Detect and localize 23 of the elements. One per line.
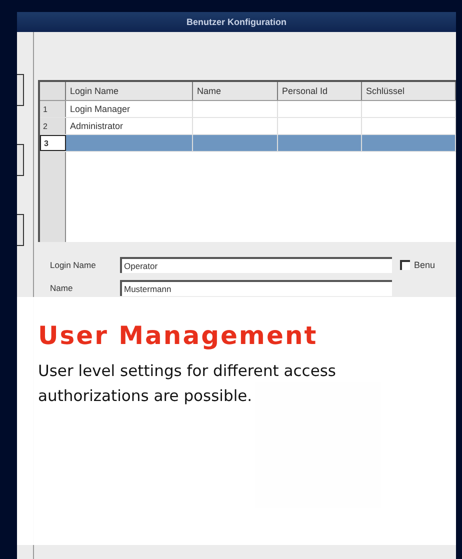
side-tab[interactable]: [17, 144, 24, 176]
text-field[interactable]: Operator: [120, 256, 392, 272]
field-label: Login Name: [50, 260, 97, 270]
table-cell: Login Manager: [66, 101, 193, 117]
table-cell: Administrator: [66, 118, 193, 134]
row-number: 2: [40, 118, 66, 134]
field-label: Name: [50, 282, 74, 292]
table-row[interactable]: 3: [40, 135, 456, 152]
caption-title: User Management: [38, 321, 319, 351]
column-header[interactable]: Schlüssel: [362, 82, 456, 100]
caption-text: User level settings for different access authorizations are possible.: [38, 361, 338, 407]
column-header[interactable]: Login Name: [66, 82, 193, 100]
window-title: Benutzer Konfiguration: [186, 17, 286, 27]
column-header[interactable]: Name: [193, 82, 278, 100]
row-number: 3: [40, 135, 66, 151]
table-row[interactable]: 1 Login Manager: [40, 101, 456, 118]
side-tab[interactable]: [17, 74, 24, 106]
row-number: 1: [40, 101, 66, 117]
column-header[interactable]: Personal Id: [278, 82, 362, 100]
checkbox[interactable]: [400, 260, 410, 270]
side-tab[interactable]: [17, 214, 24, 246]
text-field[interactable]: Mustermann: [120, 280, 392, 296]
checkbox-label: Benu: [414, 260, 436, 270]
